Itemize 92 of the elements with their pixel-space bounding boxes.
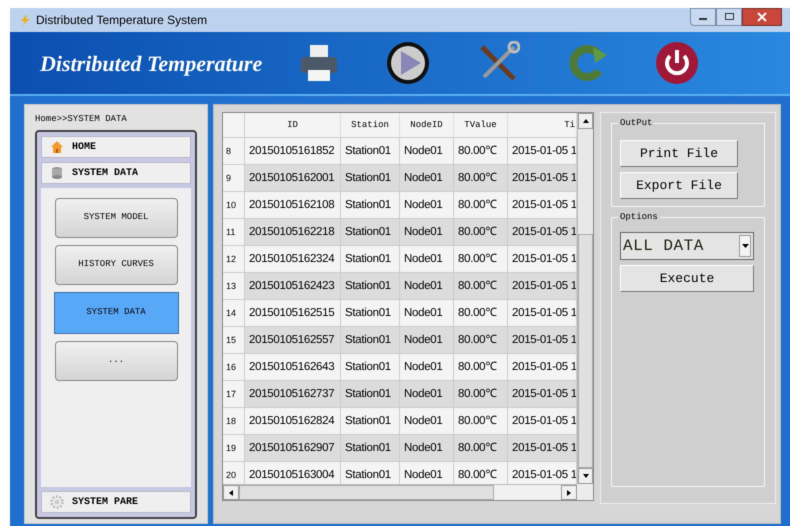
table-cell: Station01 — [341, 138, 400, 164]
right-arrow-icon[interactable] — [565, 489, 573, 497]
table-cell: 20150105162907 — [245, 435, 341, 461]
table-cell: Node01 — [400, 219, 454, 245]
down-arrow-icon[interactable] — [582, 472, 590, 480]
close-icon — [757, 12, 767, 22]
table-cell: Node01 — [400, 435, 454, 461]
row-number: 11 — [223, 219, 245, 245]
nav-section[interactable]: SYSTEM DATA — [41, 162, 191, 184]
table-cell: Station01 — [341, 354, 400, 380]
table-cell: 20150105162643 — [245, 354, 341, 380]
table-cell: Node01 — [400, 138, 454, 164]
database-icon — [50, 166, 64, 180]
caret-icon[interactable] — [742, 244, 748, 248]
table-cell: 20150105162108 — [245, 192, 341, 218]
close-button[interactable] — [742, 8, 782, 26]
nav-button[interactable]: SYSTEM DATA — [54, 292, 178, 334]
table-cell: 20150105161852 — [245, 138, 341, 164]
table-cell: 80.00℃ — [454, 408, 508, 434]
table-cell: Station01 — [341, 408, 400, 434]
table-cell: 20150105162737 — [245, 381, 341, 407]
row-number: 19 — [223, 435, 245, 461]
vertical-scrollbar[interactable] — [577, 113, 593, 484]
table-cell: Station01 — [341, 435, 400, 461]
table-cell: Node01 — [400, 273, 454, 299]
power-icon[interactable] — [654, 40, 700, 86]
gear-icon — [50, 495, 64, 509]
lightning-icon — [18, 14, 32, 26]
table-cell: 80.00℃ — [454, 273, 508, 299]
table-cell: Node01 — [400, 381, 454, 407]
output-button[interactable]: Print File — [620, 140, 738, 167]
table-cell: Node01 — [400, 408, 454, 434]
table-cell: Station01 — [341, 381, 400, 407]
horizontal-scrollbar[interactable] — [223, 484, 577, 500]
table-cell: 20150105162824 — [245, 408, 341, 434]
table-cell: 20150105162324 — [245, 246, 341, 272]
table-cell: 80.00℃ — [454, 192, 508, 218]
table-cell: 80.00℃ — [454, 219, 508, 245]
row-number: 20 — [223, 462, 245, 484]
table-cell: Station01 — [341, 327, 400, 353]
table-cell: 80.00℃ — [454, 165, 508, 191]
table-cell: 80.00℃ — [454, 435, 508, 461]
row-number: 8 — [223, 138, 245, 164]
table-cell: 20150105162423 — [245, 273, 341, 299]
execute-button[interactable]: Execute — [620, 265, 754, 292]
nav-button[interactable]: ... — [54, 341, 178, 381]
app-title: Distributed Temperature — [40, 50, 264, 78]
up-arrow-icon[interactable] — [582, 117, 590, 125]
column-header[interactable]: ID — [245, 113, 341, 137]
table-cell: Station01 — [341, 273, 400, 299]
printer-icon[interactable] — [298, 42, 340, 84]
table-cell: 20150105162515 — [245, 300, 341, 326]
house-icon — [50, 140, 64, 154]
filter-dropdown[interactable]: ALL DATA — [620, 232, 754, 260]
table-cell: Station01 — [341, 192, 400, 218]
maximize-button[interactable] — [716, 8, 742, 26]
table-cell: 20150105162001 — [245, 165, 341, 191]
table-cell: 80.00℃ — [454, 138, 508, 164]
table-cell: 80.00℃ — [454, 246, 508, 272]
row-number: 13 — [223, 273, 245, 299]
row-number: 17 — [223, 381, 245, 407]
output-button[interactable]: Export File — [620, 172, 738, 199]
table-cell: Station01 — [341, 165, 400, 191]
table-cell: Node01 — [400, 165, 454, 191]
window-title: Distributed Temperature System — [36, 12, 208, 29]
table-cell: 80.00℃ — [454, 381, 508, 407]
nav-section[interactable]: SYSTEM PARE — [41, 491, 191, 513]
table-cell: 80.00℃ — [454, 354, 508, 380]
table-cell: Station01 — [341, 219, 400, 245]
table-cell: Station01 — [341, 300, 400, 326]
table-cell: Node01 — [400, 354, 454, 380]
table-cell: Node01 — [400, 327, 454, 353]
breadcrumb: Home>>SYSTEM DATA — [35, 113, 128, 126]
column-header[interactable]: NodeID — [400, 113, 454, 137]
table-cell: Station01 — [341, 246, 400, 272]
table-cell: 80.00℃ — [454, 327, 508, 353]
nav-section[interactable]: HOME — [41, 136, 191, 158]
column-header[interactable]: Station — [341, 113, 400, 137]
left-arrow-icon[interactable] — [227, 489, 235, 497]
play-icon[interactable] — [385, 40, 431, 86]
table-cell: 80.00℃ — [454, 300, 508, 326]
table-cell: Node01 — [400, 300, 454, 326]
table-cell: Node01 — [400, 246, 454, 272]
row-number: 9 — [223, 165, 245, 191]
table-cell: 20150105162218 — [245, 219, 341, 245]
column-header[interactable]: TValue — [454, 113, 508, 137]
nav-button[interactable]: SYSTEM MODEL — [54, 198, 178, 238]
nav-button[interactable]: HISTORY CURVES — [54, 245, 178, 285]
minimize-button[interactable] — [690, 8, 716, 26]
table-cell: Node01 — [400, 192, 454, 218]
row-number: 15 — [223, 327, 245, 353]
table-cell: 20150105162557 — [245, 327, 341, 353]
